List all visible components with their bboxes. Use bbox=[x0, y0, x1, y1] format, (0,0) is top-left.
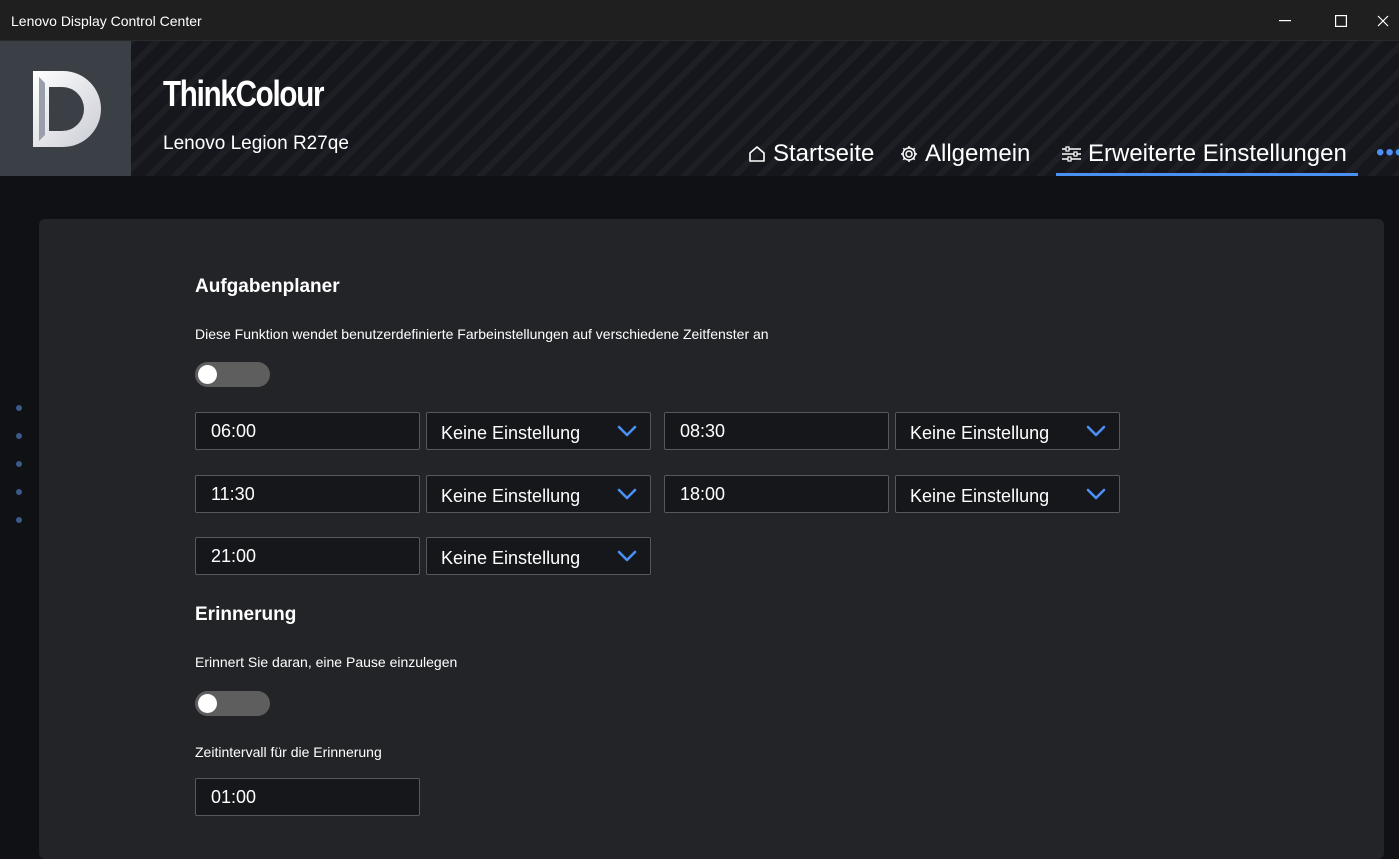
scheduler-time-2[interactable] bbox=[664, 412, 889, 450]
monitor-model: Lenovo Legion R27qe bbox=[163, 133, 349, 154]
reminder-interval-input[interactable] bbox=[195, 778, 420, 816]
app-logo bbox=[0, 41, 131, 176]
more-menu-button[interactable]: ••• bbox=[1376, 139, 1399, 167]
chevron-down-icon bbox=[617, 425, 637, 437]
scheduler-time-3[interactable] bbox=[195, 475, 420, 513]
scheduler-mode-select-1[interactable]: Keine Einstellung bbox=[426, 412, 651, 450]
title-bar: Lenovo Display Control Center bbox=[0, 0, 1399, 41]
reminder-interval-label: Zeitintervall für die Erinnerung bbox=[195, 744, 382, 760]
reminder-title: Erinnerung bbox=[195, 604, 297, 625]
close-button[interactable] bbox=[1369, 0, 1399, 41]
brand-logo: ThinkColour bbox=[163, 73, 325, 114]
select-value: Keine Einstellung bbox=[441, 486, 581, 506]
tab-erweiterte-einstellungen[interactable]: Erweiterte Einstellungen bbox=[1061, 135, 1347, 173]
scheduler-title: Aufgabenplaner bbox=[195, 276, 340, 297]
reminder-description: Erinnert Sie daran, eine Pause einzulege… bbox=[195, 654, 458, 670]
chevron-down-icon bbox=[1086, 488, 1106, 500]
window-title: Lenovo Display Control Center bbox=[11, 13, 202, 29]
tab-erweiterte-einstellungen-label: Erweiterte Einstellungen bbox=[1088, 140, 1347, 167]
scheduler-mode-select-4[interactable]: Keine Einstellung bbox=[895, 475, 1120, 513]
tab-startseite-label: Startseite bbox=[773, 140, 875, 167]
chevron-down-icon bbox=[617, 550, 637, 562]
toggle-knob bbox=[198, 365, 217, 384]
scheduler-mode-select-5[interactable]: Keine Einstellung bbox=[426, 537, 651, 575]
minimize-button[interactable] bbox=[1257, 0, 1313, 41]
chevron-down-icon bbox=[1086, 425, 1106, 437]
scheduler-toggle[interactable] bbox=[195, 362, 270, 387]
tab-startseite[interactable]: Startseite bbox=[747, 135, 874, 173]
tab-allgemein[interactable]: Allgemein bbox=[899, 135, 1030, 173]
maximize-icon bbox=[1335, 14, 1347, 27]
select-value: Keine Einstellung bbox=[441, 423, 581, 443]
minimize-icon bbox=[1279, 19, 1291, 21]
select-value: Keine Einstellung bbox=[910, 423, 1050, 443]
chevron-down-icon bbox=[617, 488, 637, 500]
scheduler-time-5[interactable] bbox=[195, 537, 420, 575]
scheduler-mode-select-3[interactable]: Keine Einstellung bbox=[426, 475, 651, 513]
reminder-toggle[interactable] bbox=[195, 691, 270, 716]
select-value: Keine Einstellung bbox=[441, 548, 581, 568]
select-value: Keine Einstellung bbox=[910, 486, 1050, 506]
scheduler-mode-select-2[interactable]: Keine Einstellung bbox=[895, 412, 1120, 450]
scheduler-time-4[interactable] bbox=[664, 475, 889, 513]
active-tab-indicator bbox=[1056, 173, 1358, 176]
sliders-icon bbox=[1062, 146, 1081, 162]
background-decoration bbox=[16, 405, 22, 545]
close-icon bbox=[1377, 15, 1389, 26]
gear-icon bbox=[901, 146, 917, 162]
display-logo-icon bbox=[32, 70, 101, 147]
home-icon bbox=[749, 146, 765, 162]
tab-allgemein-label: Allgemein bbox=[925, 140, 1031, 167]
toggle-knob bbox=[198, 694, 217, 713]
scheduler-time-1[interactable] bbox=[195, 412, 420, 450]
maximize-button[interactable] bbox=[1313, 0, 1369, 41]
app-header: ThinkColour Lenovo Legion R27qe Startsei… bbox=[0, 41, 1399, 176]
scheduler-description: Diese Funktion wendet benutzerdefinierte… bbox=[195, 326, 769, 342]
